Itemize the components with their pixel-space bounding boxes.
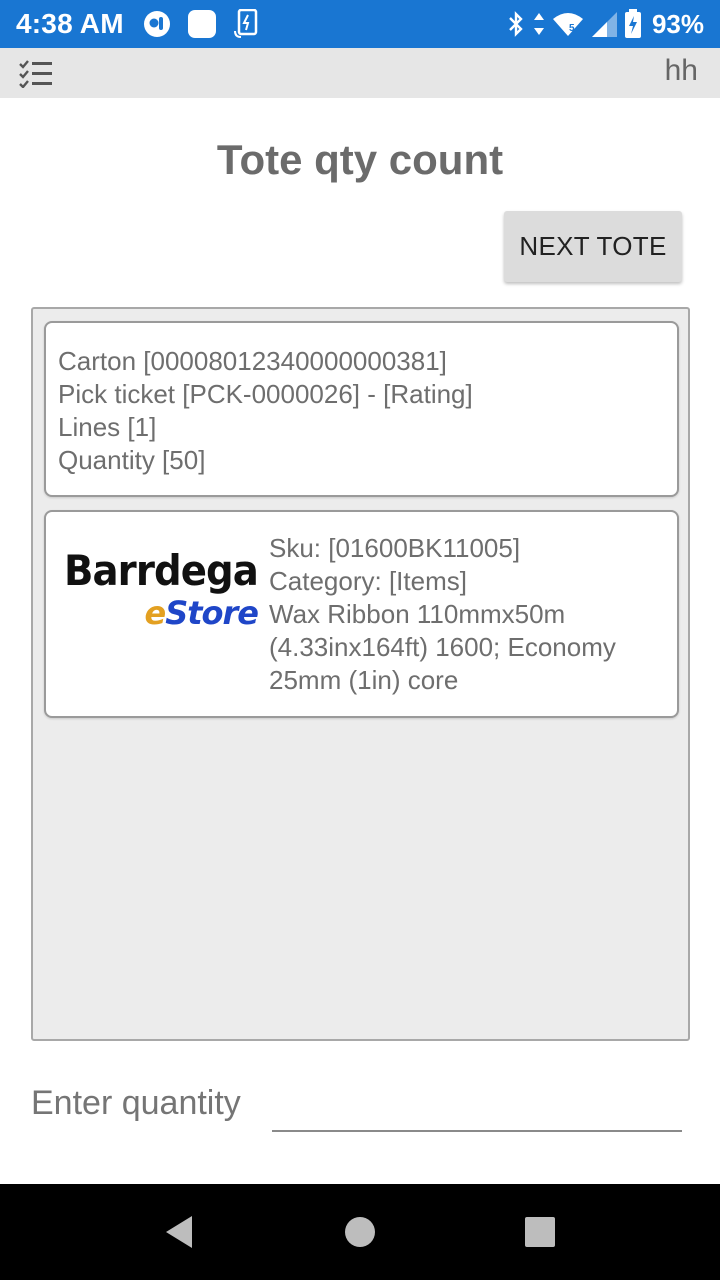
notification-square-icon [188,10,216,38]
wifi-icon: 5 [552,13,583,36]
status-time: 4:38 AM [16,8,124,39]
logo-estore-text: eStore [144,594,259,632]
app-bar: hh [0,48,720,98]
item-description: Wax Ribbon 110mmx50m (4.33inx164ft) 1600… [269,599,616,695]
data-arrows-icon [533,13,544,35]
cell-signal-icon [591,12,617,37]
carton-summary-card[interactable]: Carton [00008012340000000381] Pick ticke… [44,321,679,497]
battery-percent: 93% [651,8,704,39]
navigation-bar [0,1184,720,1280]
back-icon[interactable] [160,1212,200,1252]
logo-brand-text: Barrdega [64,546,259,595]
next-tote-button[interactable]: NEXT TOTE [504,211,682,282]
notification-app-icon [144,11,170,37]
carton-number: Carton [00008012340000000381] [58,346,447,376]
item-card[interactable]: Barrdega eStore Sku: [01600BK11005] Cate… [44,510,679,718]
svg-text:5: 5 [569,23,575,34]
quantity-label: Enter quantity [31,1084,241,1122]
home-icon[interactable] [340,1212,380,1252]
quantity-total: Quantity [50] [58,445,206,475]
tote-content-panel: Carton [00008012340000000381] Pick ticke… [31,307,690,1041]
page-title: Tote qty count [216,136,504,183]
notification-icons [143,9,259,38]
item-sku: Sku: [01600BK11005] [269,533,521,563]
lines-count: Lines [1] [58,412,157,442]
status-bar: 4:38 AM 5 93% [0,0,720,48]
barrdega-estore-logo: Barrdega eStore [62,546,259,636]
phone-data-icon [234,9,258,38]
item-category: Category: [Items] [269,566,467,596]
checklist-icon[interactable] [18,58,54,88]
user-label[interactable]: hh [665,54,698,88]
item-details: Sku: [01600BK11005] Category: [Items] Wa… [269,532,669,697]
bluetooth-icon [509,11,523,37]
battery-charging-icon [624,9,641,38]
recents-icon[interactable] [520,1212,560,1252]
pick-ticket: Pick ticket [PCK-0000026] - [Rating] [58,379,473,409]
quantity-input[interactable] [272,1084,682,1132]
system-icons: 5 93% [506,8,704,40]
